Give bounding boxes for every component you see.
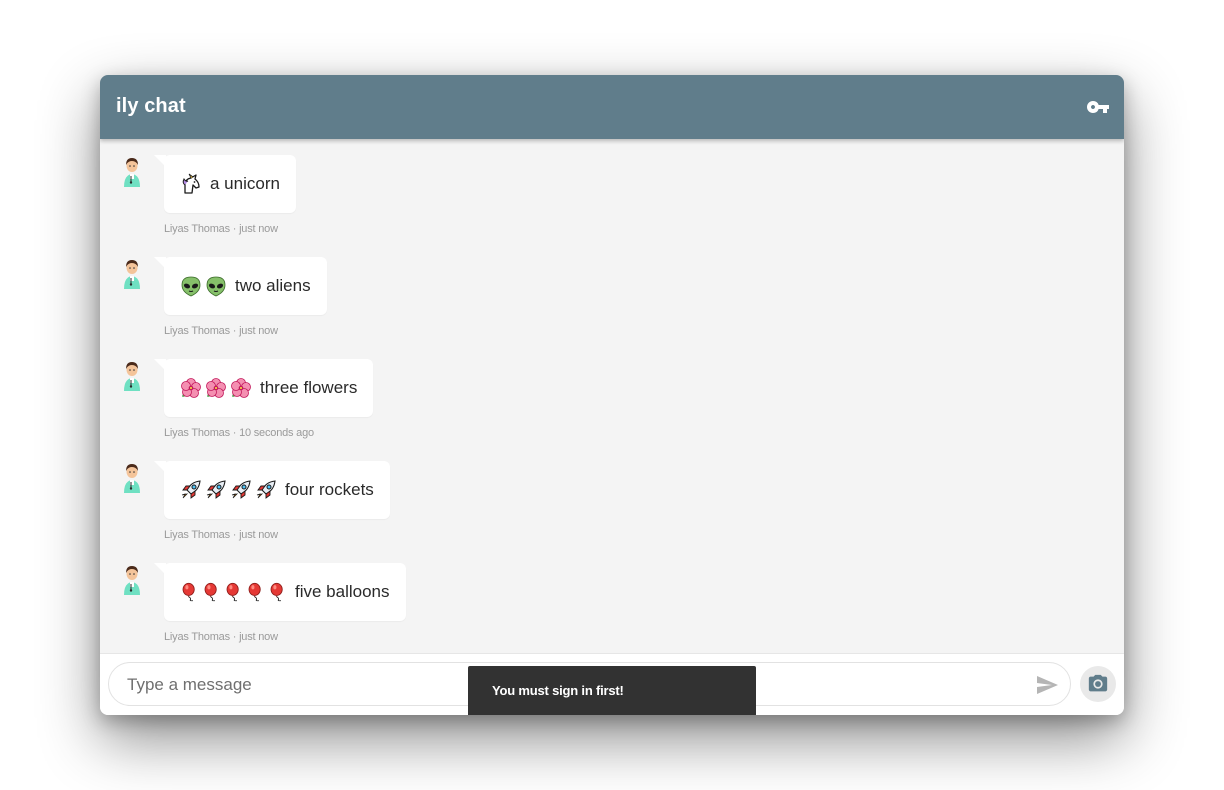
sign-in-button[interactable] [1082, 91, 1114, 123]
message-author: Liyas Thomas [164, 631, 230, 643]
send-icon [1037, 676, 1058, 694]
unicorn-emoji-icon [180, 173, 202, 195]
message-bubble: two aliens [154, 257, 327, 315]
user-avatar [120, 563, 144, 595]
message-item: two aliens Liyas Thomas · just now [100, 241, 1124, 337]
message-author: Liyas Thomas [164, 427, 230, 439]
camera-button[interactable] [1080, 666, 1116, 702]
balloon-emoji-icon [268, 581, 287, 603]
hibiscus-emoji-icon [205, 377, 227, 399]
hibiscus-emoji-icon [180, 377, 202, 399]
rocket-emoji-icon [205, 479, 227, 501]
user-avatar [120, 461, 144, 493]
message-bubble: five balloons [154, 563, 406, 621]
message-meta: Liyas Thomas · 10 seconds ago [164, 427, 314, 439]
message-time: 10 seconds ago [239, 427, 314, 439]
chat-window: ily chat a unicorn Liyas Thomas · just n… [100, 75, 1124, 715]
balloon-emoji-icon [246, 581, 265, 603]
balloon-emoji-icon [202, 581, 221, 603]
message-text: a unicorn [210, 174, 280, 193]
message-item: four rockets Liyas Thomas · just now [100, 445, 1124, 541]
emoji-group [180, 479, 280, 501]
message-meta: Liyas Thomas · just now [164, 223, 278, 235]
rocket-emoji-icon [180, 479, 202, 501]
message-bubble: a unicorn [154, 155, 296, 213]
user-avatar [120, 359, 144, 391]
snackbar-text: You must sign in first! [492, 683, 624, 698]
alien-emoji-icon [180, 275, 202, 297]
message-author: Liyas Thomas [164, 223, 230, 235]
camera-icon [1088, 674, 1108, 692]
balloon-emoji-icon [224, 581, 243, 603]
emoji-group [180, 173, 205, 195]
message-bubble: four rockets [154, 461, 390, 519]
message-text: two aliens [235, 276, 311, 295]
message-item: a unicorn Liyas Thomas · just now [100, 139, 1124, 235]
hibiscus-emoji-icon [230, 377, 252, 399]
message-meta: Liyas Thomas · just now [164, 631, 278, 643]
emoji-group [180, 581, 290, 603]
message-meta: Liyas Thomas · just now [164, 325, 278, 337]
message-time: just now [239, 223, 278, 235]
snackbar: You must sign in first! [468, 666, 756, 715]
message-item: five balloons Liyas Thomas · just now [100, 547, 1124, 643]
emoji-group [180, 275, 230, 297]
message-text: three flowers [260, 378, 358, 397]
rocket-emoji-icon [255, 479, 277, 501]
send-button[interactable] [1034, 672, 1060, 698]
message-item: three flowers Liyas Thomas · 10 seconds … [100, 343, 1124, 439]
app-title: ily chat [116, 95, 186, 117]
balloon-emoji-icon [180, 581, 199, 603]
message-author: Liyas Thomas [164, 325, 230, 337]
user-avatar [120, 257, 144, 289]
message-meta: Liyas Thomas · just now [164, 529, 278, 541]
message-text: four rockets [285, 480, 374, 499]
user-avatar [120, 155, 144, 187]
rocket-emoji-icon [230, 479, 252, 501]
message-bubble: three flowers [153, 359, 374, 417]
message-author: Liyas Thomas [164, 529, 230, 541]
app-bar: ily chat [100, 75, 1124, 139]
emoji-group [180, 377, 255, 399]
message-time: just now [239, 631, 278, 643]
message-time: just now [239, 529, 278, 541]
message-time: just now [239, 325, 278, 337]
message-text: five balloons [295, 582, 390, 601]
key-icon [1087, 101, 1109, 113]
message-list[interactable]: a unicorn Liyas Thomas · just now two al… [100, 139, 1124, 653]
alien-emoji-icon [205, 275, 227, 297]
